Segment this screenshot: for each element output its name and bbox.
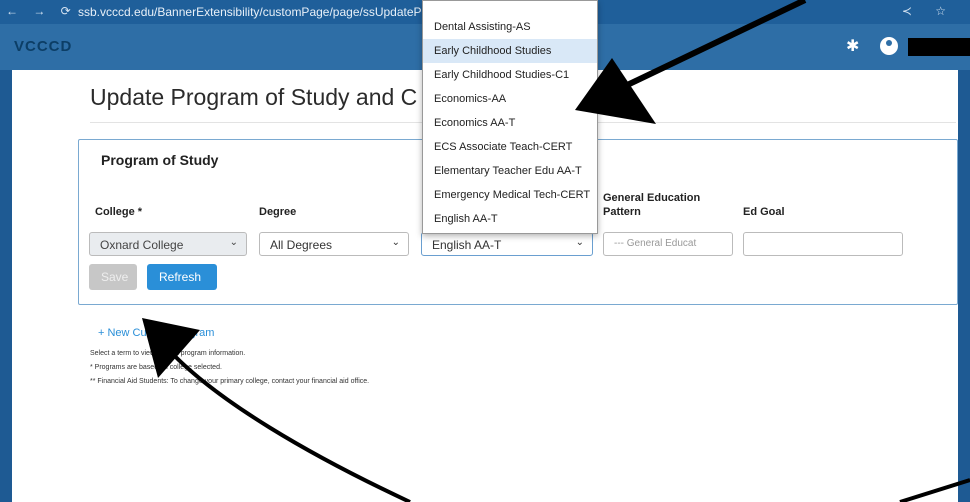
- gear-icon[interactable]: ✱: [846, 36, 859, 56]
- note-line-2: * Programs are based on college selected…: [90, 364, 222, 371]
- gep-select-value: --- General Educat: [614, 238, 697, 249]
- ed-goal-input[interactable]: [743, 232, 903, 256]
- refresh-button[interactable]: Refresh: [147, 264, 217, 290]
- dropdown-scroll-top: [423, 1, 597, 15]
- dropdown-option[interactable]: Economics AA-T: [423, 111, 597, 135]
- college-header: College *: [95, 206, 143, 218]
- card-title: Program of Study: [101, 152, 219, 168]
- user-avatar-icon[interactable]: [880, 37, 898, 55]
- page-title: Update Program of Study and C: [90, 84, 418, 110]
- gep-header: General Education Pattern: [603, 191, 700, 219]
- program-select-value: English AA-T: [432, 238, 502, 252]
- nav-buttons[interactable]: ← → ⟳: [6, 4, 77, 18]
- gep-select[interactable]: --- General Educat: [603, 232, 733, 256]
- dropdown-option[interactable]: Elementary Teacher Edu AA-T: [423, 159, 597, 183]
- dropdown-option[interactable]: Economics-AA: [423, 87, 597, 111]
- gep-header-line1: General Education: [603, 192, 701, 204]
- chevron-down-icon: ⌄: [391, 237, 400, 248]
- program-select[interactable]: English AA-T ⌄: [421, 232, 593, 256]
- gep-header-line2: Pattern: [603, 206, 641, 218]
- college-select-value: Oxnard College: [100, 238, 184, 252]
- dropdown-option[interactable]: Emergency Medical Tech-CERT: [423, 183, 597, 207]
- address-bar[interactable]: ssb.vcccd.edu/BannerExtensibility/custom…: [78, 5, 426, 19]
- dropdown-option[interactable]: Early Childhood Studies-C1: [423, 63, 597, 87]
- ed-goal-header: Ed Goal: [743, 206, 785, 218]
- dropdown-items: Dental Assisting-AS Early Childhood Studi…: [423, 15, 597, 231]
- new-program-link[interactable]: + New Current Program: [98, 327, 214, 339]
- save-button[interactable]: Save: [89, 264, 137, 290]
- college-select[interactable]: Oxnard College ⌄: [89, 232, 247, 256]
- degree-select[interactable]: All Degrees ⌄: [259, 232, 409, 256]
- redacted-username: [908, 38, 970, 56]
- vcccd-logo: VCCCD: [14, 38, 73, 55]
- dropdown-option[interactable]: Dental Assisting-AS: [423, 15, 597, 39]
- dropdown-option[interactable]: English AA-T: [423, 207, 597, 231]
- share-star-icons[interactable]: ≺ ☆: [902, 4, 956, 18]
- chevron-down-icon: ⌄: [229, 237, 238, 248]
- note-line-1: Select a term to view current program in…: [90, 350, 246, 357]
- dropdown-option[interactable]: Early Childhood Studies: [423, 39, 597, 63]
- degree-select-value: All Degrees: [270, 238, 333, 252]
- screenshot-frame: ← → ⟳ ssb.vcccd.edu/BannerExtensibility/…: [0, 0, 970, 502]
- note-line-3: ** Financial Aid Students: To change you…: [90, 378, 370, 385]
- degree-header: Degree: [259, 206, 297, 218]
- program-dropdown-list[interactable]: Dental Assisting-AS Early Childhood Studi…: [422, 0, 598, 234]
- chevron-down-icon: ⌄: [575, 237, 584, 248]
- dropdown-option[interactable]: ECS Associate Teach-CERT: [423, 135, 597, 159]
